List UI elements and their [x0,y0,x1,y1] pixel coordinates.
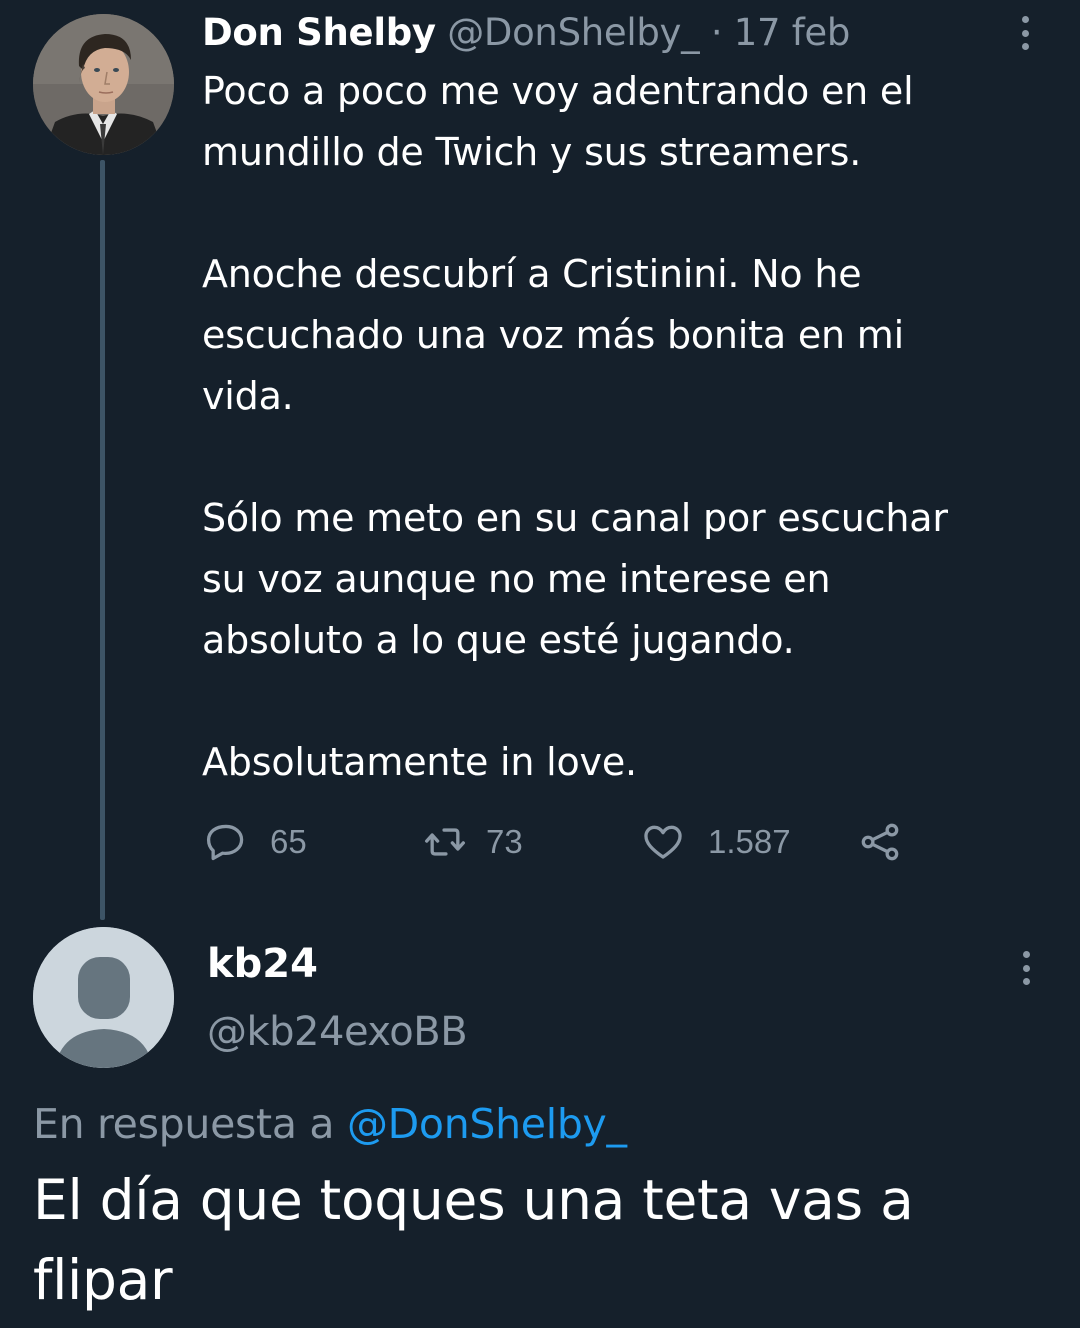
replying-prefix: En respuesta a [33,1100,335,1148]
like-button[interactable]: 1.587 [640,816,791,868]
share-icon [861,823,899,861]
like-count: 1.587 [708,823,791,860]
replying-to-line: En respuesta a @DonShelby_ [33,1098,627,1150]
tweet-header: Don Shelby @DonShelby_ · 17 feb [202,10,850,56]
thread-connector-line [100,160,105,920]
author-handle[interactable]: @DonShelby_ [447,11,699,54]
reply-count: 65 [270,823,307,860]
header-separator: · [710,11,723,54]
avatar-don-shelby[interactable] [33,14,174,155]
retweet-count: 73 [486,823,523,860]
author-name[interactable]: Don Shelby [202,11,436,54]
avatar-kb24[interactable] [33,927,174,1068]
reply-icon [206,824,244,861]
reply-author-name[interactable]: kb24 [207,940,318,988]
tweet-text: Poco a poco me voy adentrando en el mund… [202,69,948,784]
retweet-button[interactable]: 73 [422,816,523,868]
tweet-actions: 65 73 1.587 [202,816,922,868]
default-avatar-icon [33,927,174,1068]
tweet-date[interactable]: 17 feb [734,11,851,54]
like-icon [644,825,682,859]
retweet-icon [425,828,465,856]
more-icon[interactable] [1021,16,1029,50]
reply-text: El día que toques una teta vas a flipar [33,1168,914,1312]
reply-button[interactable]: 65 [204,816,307,868]
replying-mention-link[interactable]: @DonShelby_ [347,1100,627,1148]
share-button[interactable] [858,816,902,868]
reply-author-handle[interactable]: @kb24exoBB [207,1008,468,1056]
reply-more-icon[interactable] [1022,951,1030,985]
